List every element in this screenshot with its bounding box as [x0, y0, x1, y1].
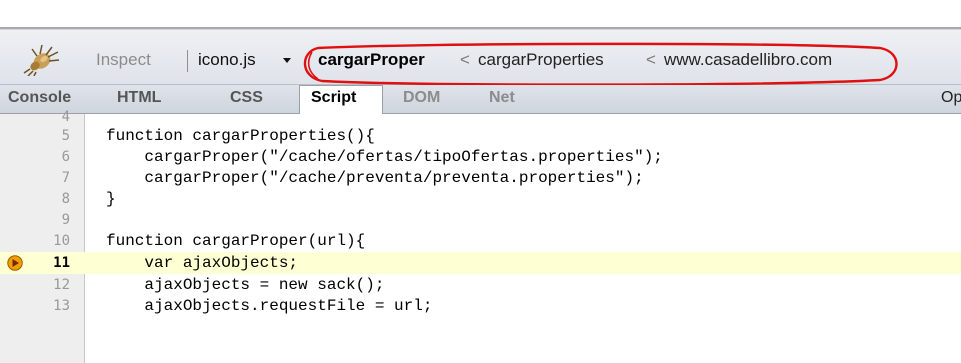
- tab-dom[interactable]: DOM: [403, 89, 440, 107]
- breadcrumb-separator: <: [460, 50, 470, 69]
- line-number[interactable]: 13: [0, 295, 70, 317]
- code-line: 5 function cargarProperties(){: [0, 125, 961, 147]
- code-line: 12 ajaxObjects = new sack();: [0, 274, 961, 296]
- breadcrumb-separator: <: [646, 50, 656, 69]
- chevron-down-icon[interactable]: [283, 58, 291, 63]
- breadcrumb-window[interactable]: www.casadellibro.com: [664, 50, 832, 70]
- line-number[interactable]: 10: [0, 230, 70, 252]
- code-text: cargarProper("/cache/ofertas/tipoOfertas…: [106, 148, 663, 166]
- code-line: 6 cargarProper("/cache/ofertas/tipoOfert…: [0, 146, 961, 168]
- line-number[interactable]: 11: [0, 252, 70, 274]
- tab-html[interactable]: HTML: [117, 89, 161, 107]
- firebug-icon[interactable]: [22, 42, 62, 76]
- code-text: function cargarProperties(){: [106, 127, 375, 145]
- code-line: 9: [0, 209, 961, 231]
- line-number[interactable]: 12: [0, 274, 70, 296]
- breadcrumb-cargarproperties[interactable]: cargarProperties: [478, 50, 604, 70]
- breadcrumb-current[interactable]: cargarProper: [318, 50, 425, 70]
- code-line-current: 11 var ajaxObjects;: [0, 252, 961, 274]
- code-line: 13 ajaxObjects.requestFile = url;: [0, 295, 961, 317]
- line-number[interactable]: 9: [0, 209, 70, 231]
- window-top: [0, 0, 961, 27]
- code-line: 7 cargarProper("/cache/preventa/preventa…: [0, 167, 961, 189]
- line-number[interactable]: 7: [0, 167, 70, 189]
- script-panel[interactable]: 4 5 function cargarProperties(){ 6 carga…: [0, 109, 961, 363]
- tab-css[interactable]: CSS: [230, 89, 263, 107]
- firebug-window: Inspect icono.js cargarProper < cargarPr…: [0, 0, 961, 363]
- code-text: }: [106, 190, 116, 208]
- file-selector[interactable]: icono.js: [198, 50, 256, 70]
- options-menu[interactable]: Op: [941, 89, 961, 107]
- tab-console[interactable]: Console: [8, 89, 71, 107]
- code-text: cargarProper("/cache/preventa/preventa.p…: [106, 169, 644, 187]
- code-text: ajaxObjects = new sack();: [106, 276, 385, 294]
- code-line: 8 }: [0, 188, 961, 210]
- inspect-button[interactable]: Inspect: [96, 50, 151, 70]
- code-text: function cargarProper(url){: [106, 232, 366, 250]
- toolbar-separator: [187, 50, 188, 72]
- line-number[interactable]: 5: [0, 125, 70, 147]
- code-line: 10 function cargarProper(url){: [0, 230, 961, 252]
- tab-script[interactable]: Script: [311, 89, 356, 107]
- line-number[interactable]: 6: [0, 146, 70, 168]
- code-text: ajaxObjects.requestFile = url;: [106, 297, 433, 315]
- toolbar: Inspect icono.js cargarProper < cargarPr…: [0, 30, 961, 86]
- line-number[interactable]: 8: [0, 188, 70, 210]
- code-text: var ajaxObjects;: [106, 254, 299, 272]
- tab-net[interactable]: Net: [489, 89, 515, 107]
